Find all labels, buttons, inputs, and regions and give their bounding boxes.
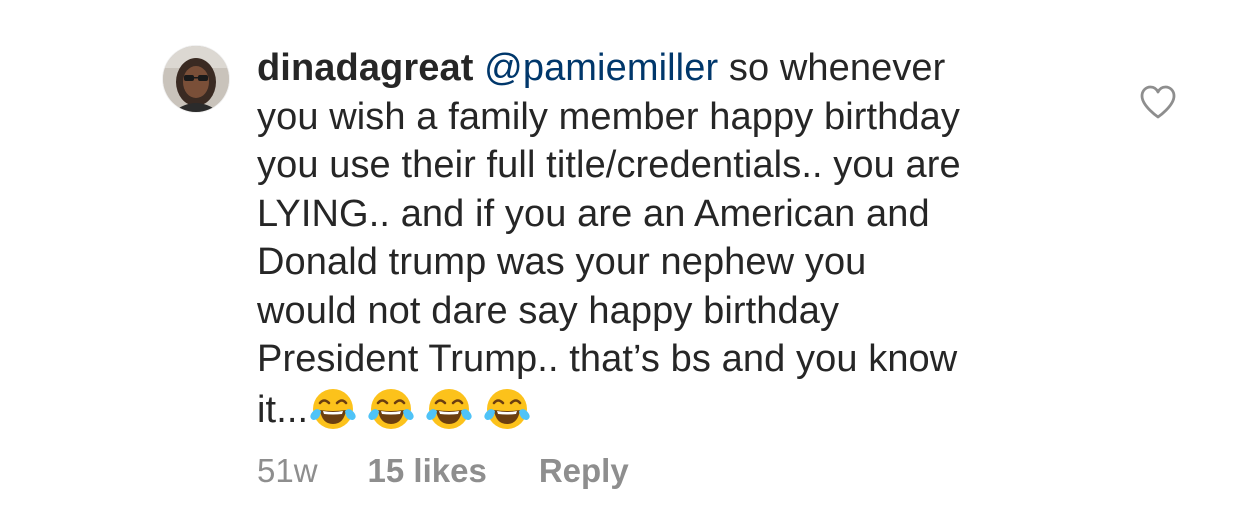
comment-line: LYING.. and if you are an American and [257,192,930,235]
likes-count[interactable]: 15 likes [368,452,487,490]
tears-of-joy-emoji-icon [366,384,416,434]
reply-button[interactable]: Reply [539,452,629,490]
avatar-image [163,46,229,112]
timestamp[interactable]: 51w [257,452,318,490]
comment-line: Donald trump was your nephew you [257,241,867,283]
tears-of-joy-emoji-icon [424,384,474,434]
comment-line: you use their full title/credentials.. y… [257,144,961,186]
like-heart-icon[interactable] [1139,84,1177,120]
username[interactable]: dinadagreat [257,47,473,89]
comment-line: would not dare say happy birthday [257,289,840,332]
comment-text: dinadagreat @pamiemiller so whenever you… [257,44,1087,434]
comment-line: dinadagreat @pamiemiller so whenever [257,44,1087,93]
comment-line: President Trump.. that’s bs and you know [257,338,958,380]
tears-of-joy-emoji-icon [308,384,358,434]
avatar[interactable] [163,46,229,112]
tears-of-joy-emoji-icon [482,384,532,434]
comment-meta: 51w 15 likes Reply [257,452,629,490]
comment-line: it... [257,384,1087,435]
comment-line-text: it... [257,388,309,431]
comment: dinadagreat @pamiemiller so whenever you… [0,0,1242,517]
comment-line-text: so whenever [718,47,946,89]
comment-line: you wish a family member happy birthday [257,95,960,138]
mention-link[interactable]: @pamiemiller [484,47,718,89]
